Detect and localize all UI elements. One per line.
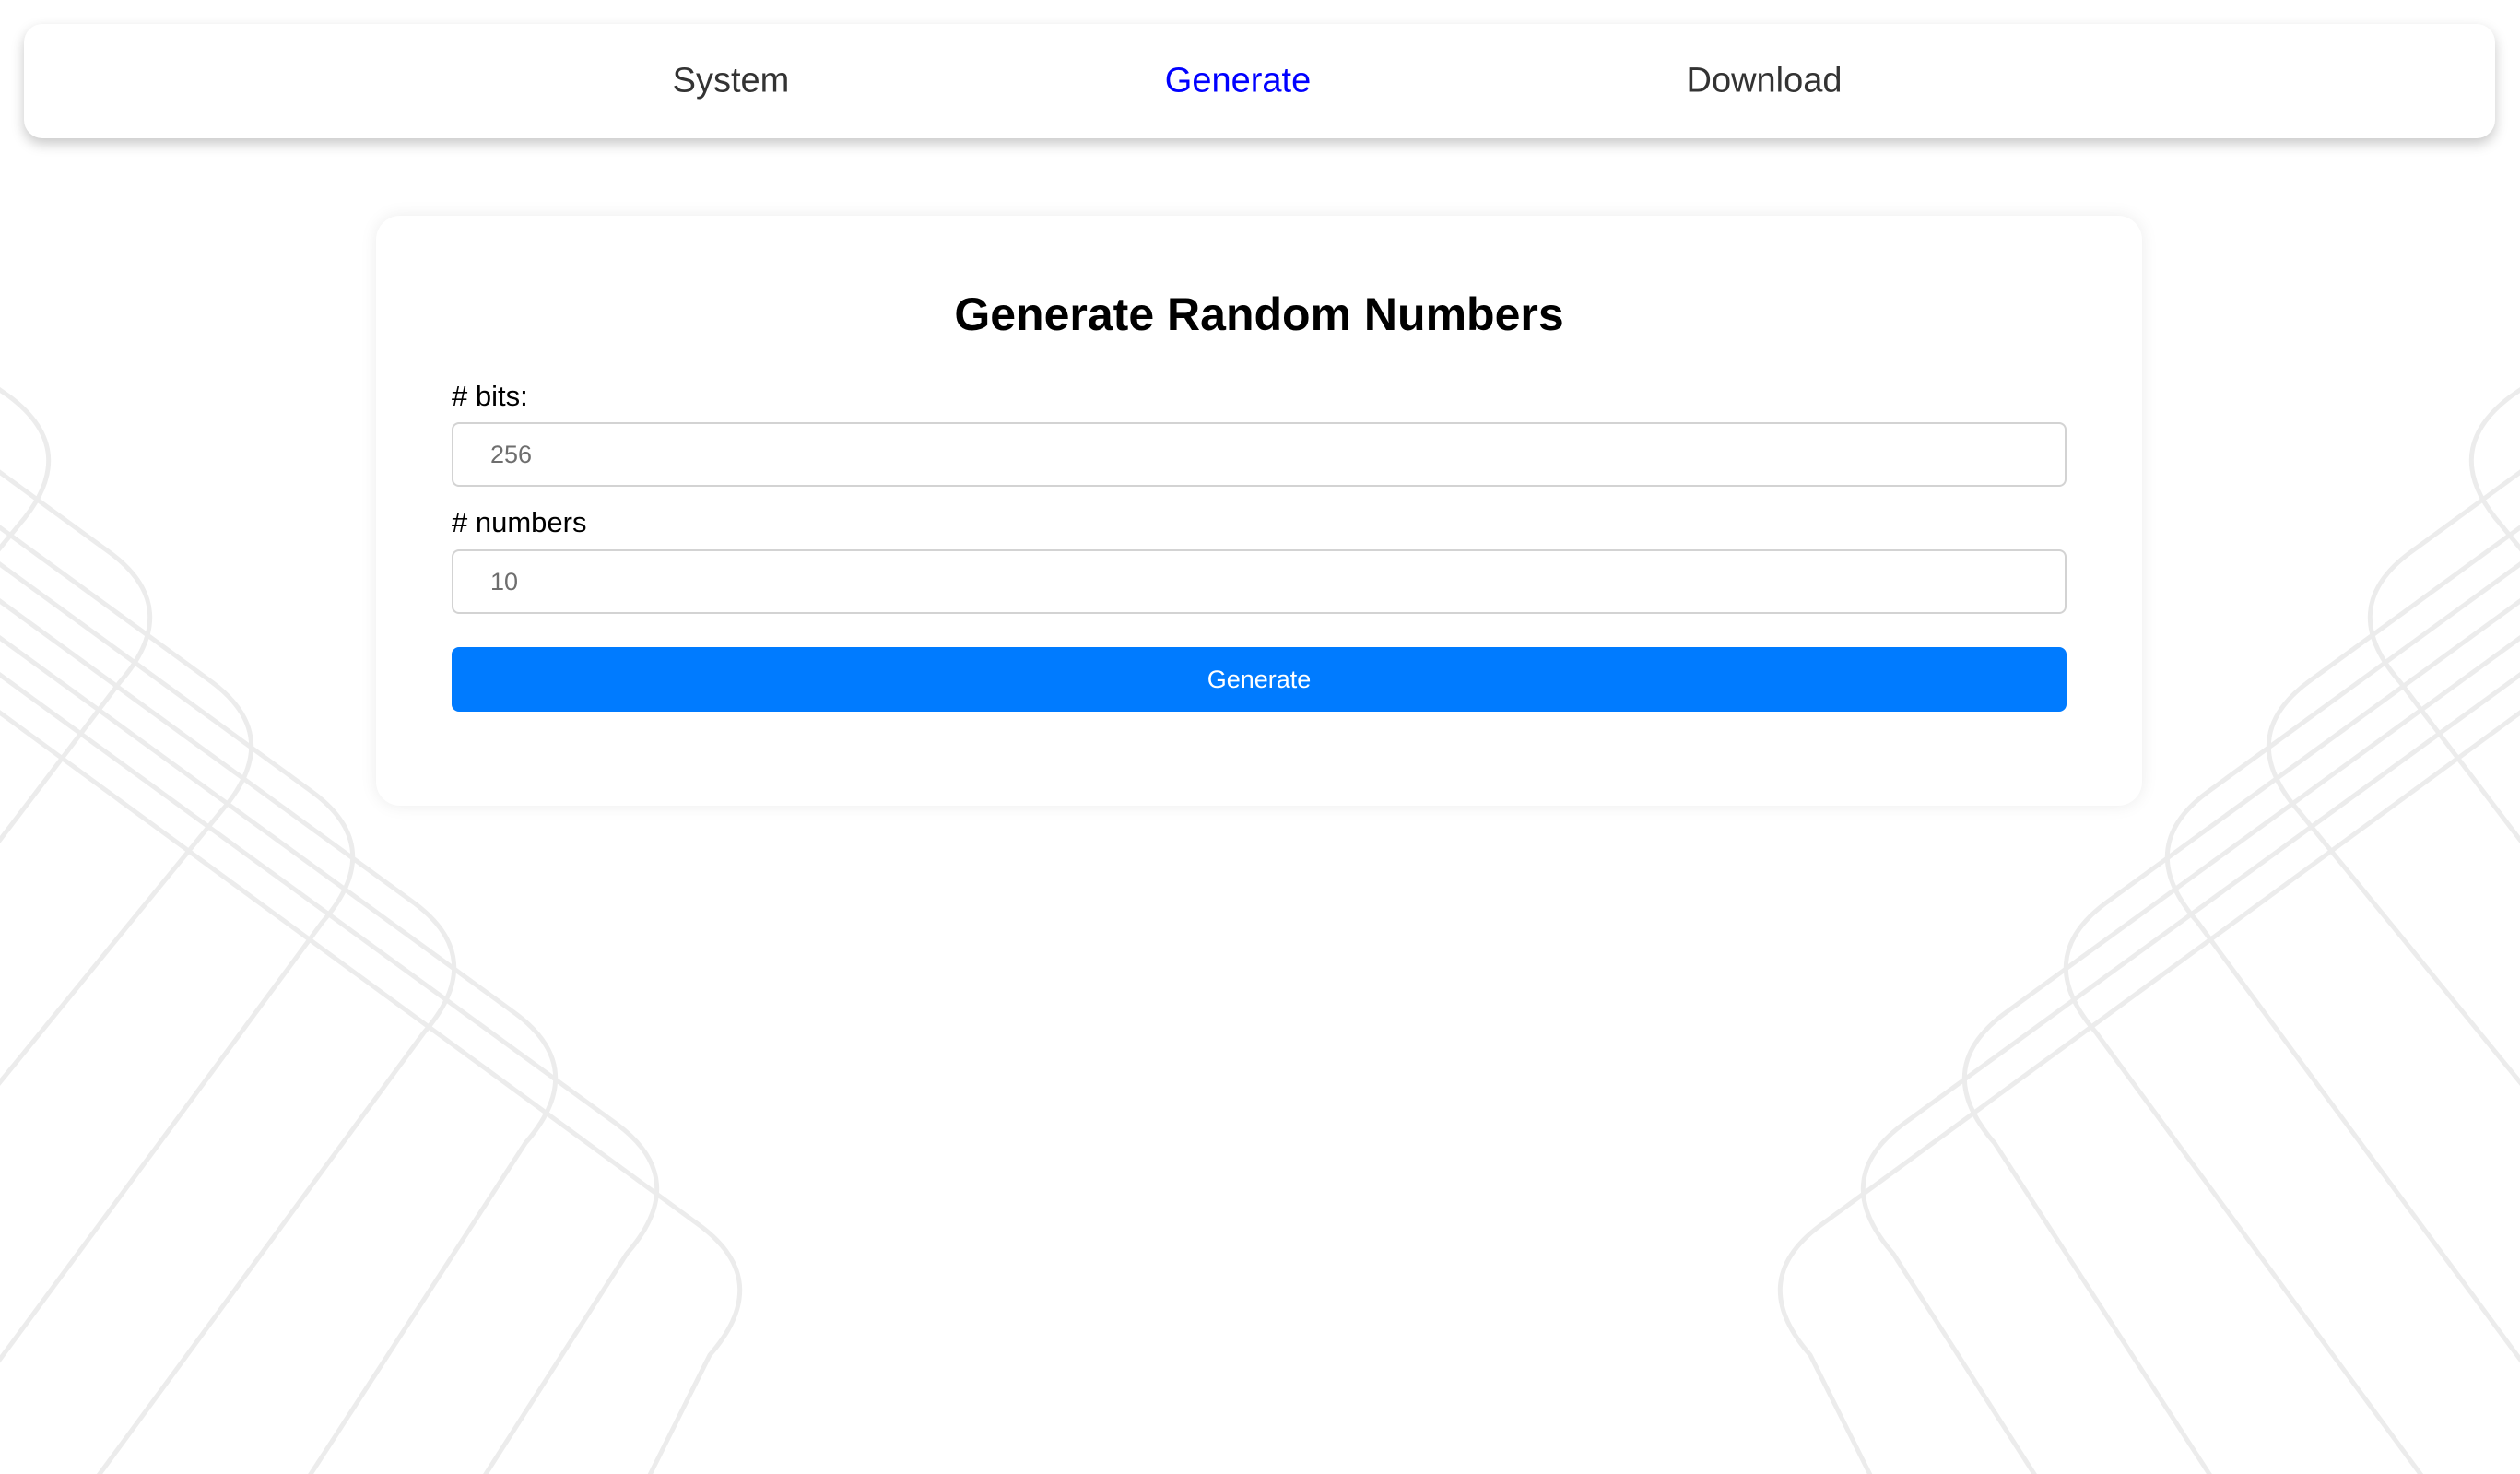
generate-form-card: Generate Random Numbers # bits: # number… [376,216,2142,806]
nav-link-generate[interactable]: Generate [1165,62,1311,101]
bits-input[interactable] [452,422,2067,487]
numbers-label: # numbers [452,506,587,538]
numbers-input[interactable] [452,549,2067,614]
nav-link-system[interactable]: System [673,62,790,101]
generate-button[interactable]: Generate [452,647,2067,712]
form-title: Generate Random Numbers [954,289,1564,340]
nav-link-download[interactable]: Download [1687,62,1843,101]
top-navbar: System Generate Download [24,24,2495,138]
bits-label: # bits: [452,380,528,412]
